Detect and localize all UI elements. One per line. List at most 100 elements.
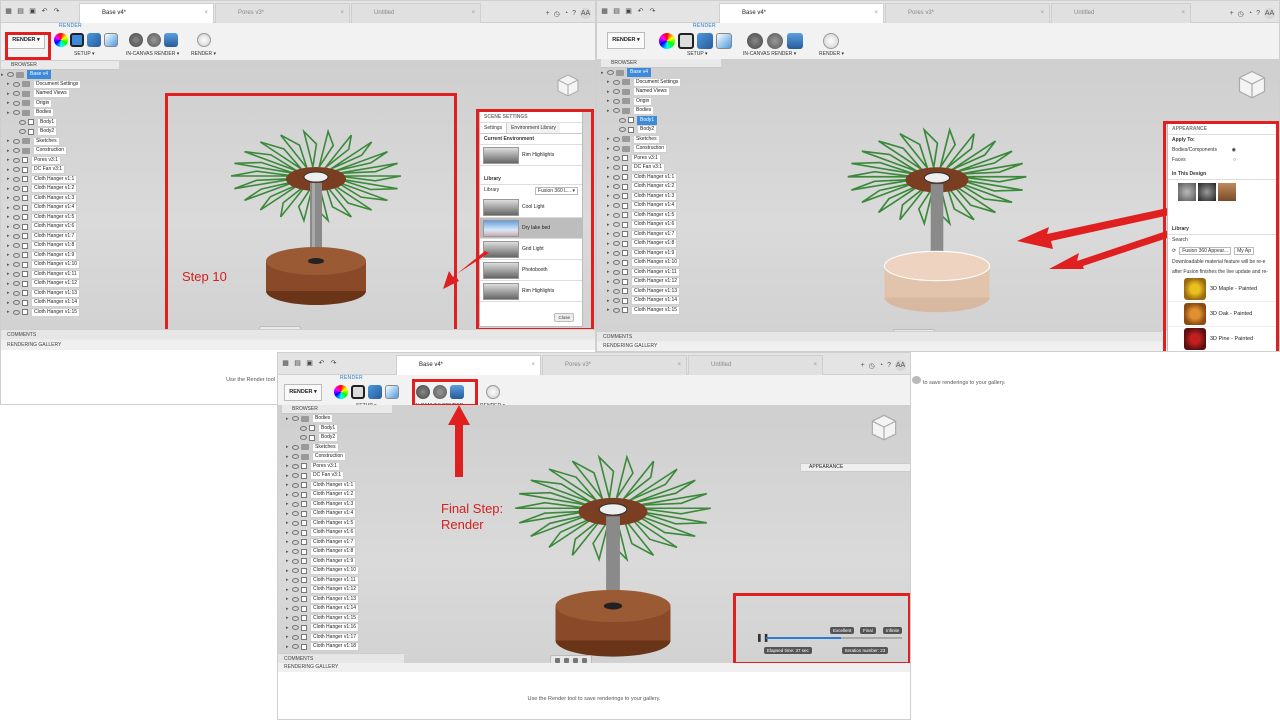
browser-node[interactable]: ▸ Cloth Hanger v1:14 — [282, 604, 392, 614]
tab-pores[interactable]: Pores v3* × — [215, 3, 350, 23]
visibility-eye-icon[interactable] — [13, 195, 20, 201]
browser-node[interactable]: ▸ Cloth Hanger v1:12 — [282, 585, 392, 595]
browser-node[interactable]: ▸ Construction — [282, 452, 392, 462]
browser-node[interactable]: ▸ Cloth Hanger v1:3 — [1, 193, 119, 204]
visibility-eye-icon[interactable] — [292, 520, 299, 526]
browser-node[interactable]: ▸ Named Views — [601, 87, 721, 97]
browser-node[interactable]: ▸ Cloth Hanger v1:10 — [1, 260, 119, 270]
visibility-eye-icon[interactable] — [13, 186, 20, 192]
browser-node[interactable]: ▸ Pores v3:1 — [282, 461, 392, 472]
save-icon[interactable]: ▣ — [624, 7, 633, 16]
add-tab-icon[interactable]: + — [861, 362, 865, 369]
scene-settings-icon[interactable] — [334, 385, 348, 399]
texture-map-icon[interactable] — [87, 33, 101, 47]
visibility-eye-icon[interactable] — [292, 454, 299, 460]
browser-node[interactable]: ▸ Cloth Hanger v1:12 — [1, 279, 119, 289]
browser-node[interactable]: ▸ Cloth Hanger v1:2 — [282, 490, 392, 500]
browser-node[interactable]: ▸ Named Views — [1, 89, 119, 99]
browser-node[interactable]: ▸ Cloth Hanger v1:13 — [1, 288, 119, 299]
view-cube[interactable] — [556, 73, 580, 97]
visibility-eye-icon[interactable] — [13, 224, 20, 230]
browser-node[interactable]: ▸ Cloth Hanger v1:17 — [282, 632, 392, 643]
visibility-eye-icon[interactable] — [13, 167, 20, 173]
help-icon[interactable]: ? — [1256, 10, 1260, 17]
clock-icon[interactable]: ◷ — [869, 362, 875, 370]
save-icon[interactable]: ▣ — [305, 359, 314, 368]
decal-icon[interactable] — [104, 33, 118, 47]
texture-map-icon[interactable] — [697, 33, 713, 49]
appearance-icon[interactable] — [678, 33, 694, 49]
visibility-eye-icon[interactable] — [292, 416, 299, 422]
visibility-eye-icon[interactable] — [13, 243, 20, 249]
orbit-icon[interactable] — [555, 657, 560, 663]
browser-node[interactable]: ▸ Cloth Hanger v1:3 — [601, 191, 721, 202]
browser-node[interactable]: ▸ Cloth Hanger v1:11 — [282, 575, 392, 586]
redo-icon[interactable]: ↷ — [52, 7, 61, 16]
comments-bar[interactable]: COMMENTS — [278, 653, 404, 663]
browser-node[interactable]: Body2 — [282, 433, 392, 443]
add-tab-icon[interactable]: + — [1230, 10, 1234, 17]
visibility-eye-icon[interactable] — [613, 298, 620, 304]
browser-node[interactable]: ▸ Cloth Hanger v1:9 — [601, 248, 721, 259]
visibility-eye-icon[interactable] — [613, 269, 620, 275]
visibility-eye-icon[interactable] — [613, 250, 620, 256]
render-teapot-icon[interactable] — [823, 33, 839, 49]
visibility-eye-icon[interactable] — [292, 473, 299, 479]
browser-node[interactable]: ▸ Bodies — [282, 414, 392, 424]
visibility-eye-icon[interactable] — [613, 288, 620, 294]
redo-icon[interactable]: ↷ — [329, 359, 338, 368]
avatar[interactable]: AA — [895, 360, 906, 371]
appearance-collapsed-bar[interactable]: APPEARANCE — [800, 463, 910, 472]
comments-bar[interactable]: COMMENTS — [597, 331, 1162, 341]
visibility-eye-icon[interactable] — [613, 155, 620, 161]
view-cube[interactable] — [1237, 69, 1267, 99]
canvas-viewport[interactable]: BROWSER ▸ Base v4 ▸ Document Settings ▸ Named… — [1, 61, 595, 337]
visibility-eye-icon[interactable] — [13, 205, 20, 211]
undo-icon[interactable]: ↶ — [636, 7, 645, 16]
pan-icon[interactable] — [564, 657, 569, 663]
browser-node[interactable]: ▸ Cloth Hanger v1:18 — [282, 642, 392, 652]
bell-icon[interactable]: ◔ — [1248, 10, 1252, 17]
close-icon[interactable]: × — [204, 4, 208, 22]
undo-icon[interactable]: ↶ — [40, 7, 49, 16]
workspace-selector[interactable]: RENDER ▾ — [607, 32, 645, 49]
browser-node[interactable]: Body1 — [601, 115, 721, 126]
browser-node[interactable]: ▸ Cloth Hanger v1:1 — [282, 480, 392, 491]
visibility-eye-icon[interactable] — [300, 435, 307, 441]
visibility-eye-icon[interactable] — [13, 100, 20, 106]
setup-menu[interactable]: SETUP ▾ — [687, 51, 707, 57]
add-tab-icon[interactable]: + — [546, 10, 550, 17]
visibility-eye-icon[interactable] — [292, 558, 299, 564]
browser-node[interactable]: ▸ Cloth Hanger v1:11 — [601, 267, 721, 278]
browser-node[interactable]: ▸ Cloth Hanger v1:6 — [601, 220, 721, 230]
browser-node[interactable]: ▸ DC Fan v3:1 — [601, 163, 721, 173]
browser-node[interactable]: ▸ Cloth Hanger v1:3 — [282, 499, 392, 510]
bell-icon[interactable]: ◔ — [564, 10, 568, 17]
browser-node[interactable]: ▸ DC Fan v3:1 — [1, 165, 119, 175]
visibility-eye-icon[interactable] — [613, 222, 620, 228]
visibility-eye-icon[interactable] — [13, 138, 20, 144]
visibility-eye-icon[interactable] — [613, 212, 620, 218]
canvas-viewport[interactable]: BROWSER ▸ Base v4 ▸ Document Settings ▸ Named… — [597, 59, 1279, 351]
browser-node[interactable]: ▸ Cloth Hanger v1:7 — [282, 537, 392, 548]
browser-node[interactable]: ▸ Cloth Hanger v1:12 — [601, 277, 721, 287]
browser-node[interactable]: ▸ Sketches — [1, 136, 119, 147]
browser-node[interactable]: ▸ Cloth Hanger v1:1 — [601, 172, 721, 183]
visibility-eye-icon[interactable] — [292, 463, 299, 469]
decal-icon[interactable] — [716, 33, 732, 49]
browser-node[interactable]: ▸ Cloth Hanger v1:7 — [1, 231, 119, 242]
bell-icon[interactable]: ◔ — [879, 362, 883, 369]
tab-base[interactable]: Base v4* × — [719, 3, 884, 23]
browser-node[interactable]: ▸ Cloth Hanger v1:1 — [1, 174, 119, 185]
visibility-eye-icon[interactable] — [292, 530, 299, 536]
browser-node[interactable]: ▸ Cloth Hanger v1:15 — [1, 307, 119, 318]
visibility-eye-icon[interactable] — [613, 165, 620, 171]
visibility-eye-icon[interactable] — [292, 482, 299, 488]
visibility-eye-icon[interactable] — [613, 307, 620, 313]
browser-node[interactable]: ▸ Cloth Hanger v1:2 — [601, 182, 721, 192]
visibility-eye-icon[interactable] — [292, 634, 299, 640]
visibility-eye-icon[interactable] — [13, 281, 20, 287]
browser-node[interactable]: ▸ Cloth Hanger v1:11 — [1, 269, 119, 280]
browser-node[interactable]: Body2 — [601, 125, 721, 135]
visibility-eye-icon[interactable] — [613, 184, 620, 190]
